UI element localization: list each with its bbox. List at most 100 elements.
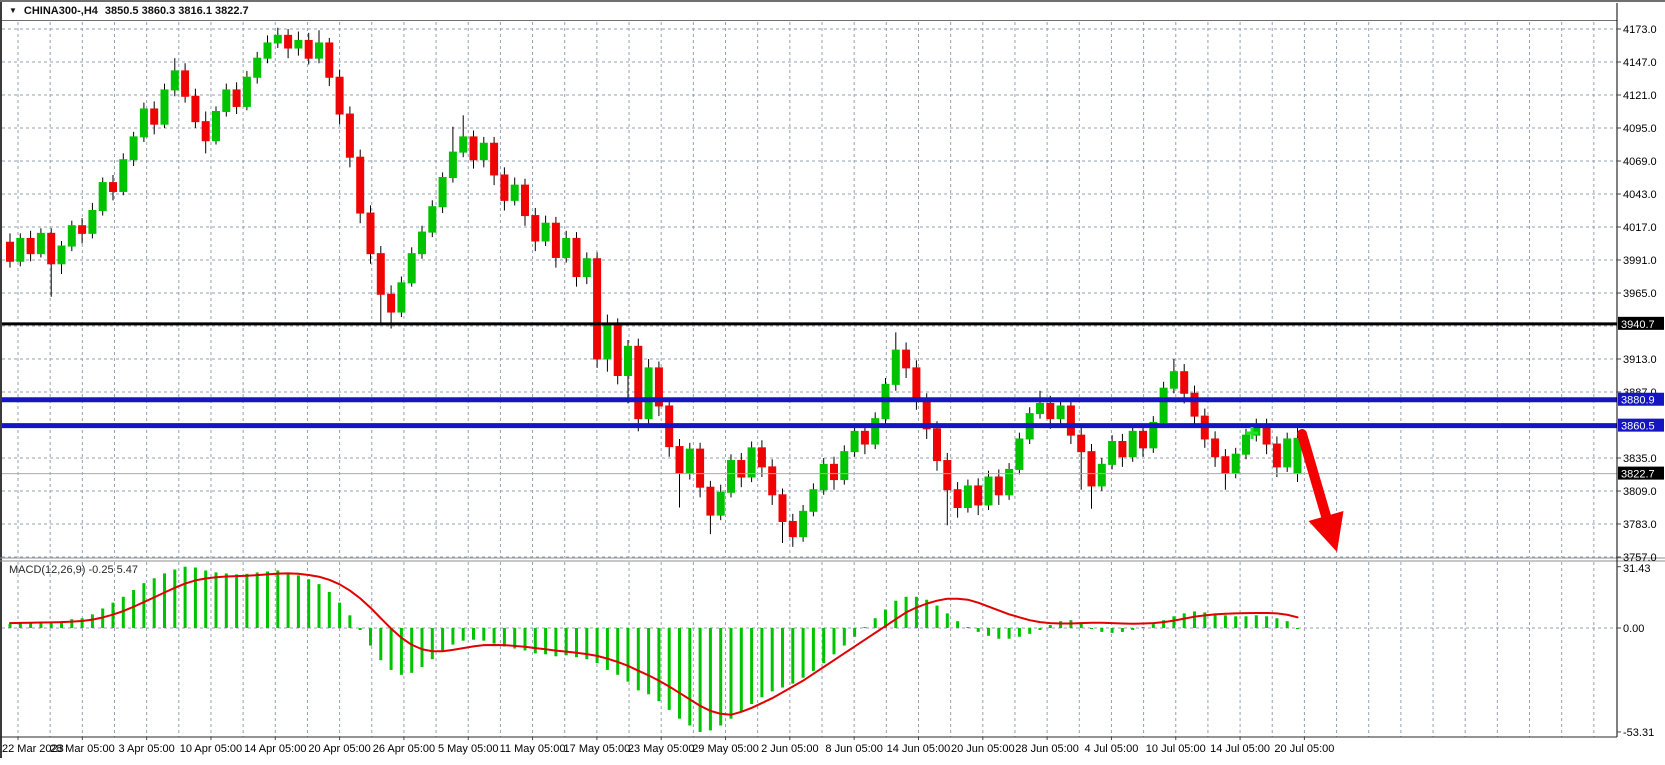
macd-histogram-bar [781,628,784,687]
date-tick-label: 14 Jun 05:00 [887,743,951,755]
macd-histogram-bar [503,628,506,647]
macd-histogram-bar [369,628,372,646]
downtrend-arrow-head[interactable] [1309,511,1344,552]
macd-histogram-bar [760,628,763,697]
candle-body [1119,442,1126,457]
macd-histogram-bar [1049,625,1052,628]
macd-histogram-bar [987,628,990,636]
candle-body [419,232,426,254]
candle-body [1232,454,1239,473]
macd-histogram-bar [678,628,681,719]
candle-body [501,175,508,200]
macd-histogram-bar [1152,624,1155,628]
candle-body [27,238,34,253]
macd-histogram-bar [1214,613,1217,628]
candle-body [1078,435,1085,452]
macd-histogram-bar [245,574,248,628]
macd-histogram-bar [421,628,424,667]
macd-histogram-bar [647,628,650,694]
candle-body [295,40,302,48]
candle-body [326,43,333,77]
candle-body [213,112,220,141]
macd-histogram-bar [750,628,753,704]
candle-body [769,467,776,495]
candle-body [357,157,364,213]
macd-histogram-bar [287,572,290,628]
macd-histogram-bar [843,628,846,646]
candle-body [583,259,590,277]
candle-body [800,511,807,536]
upper-support-line-label-text: 3880.9 [1621,395,1655,407]
candle-body [1284,439,1291,467]
candle-body [48,233,55,263]
macd-histogram-bar [225,573,228,628]
candle-body [130,137,137,160]
macd-histogram-bar [956,621,959,628]
candle-body [233,90,240,107]
macd-histogram-bar [462,628,465,641]
macd-histogram-bar [297,575,300,628]
macd-histogram-bar [132,590,135,628]
candle-body [89,211,96,234]
date-tick-label: 28 Jun 05:00 [1015,743,1079,755]
candle-body [820,464,827,489]
candle-body [1016,439,1023,469]
macd-histogram-bar [1142,627,1145,628]
candle-body [975,486,982,505]
candle-body [810,490,817,512]
candle-body [1160,388,1167,422]
crosshair-marker-icon [1251,427,1254,439]
macd-histogram-bar [81,618,84,628]
macd-histogram-bar [91,614,94,628]
price-chart-canvas[interactable]: 4173.04147.04121.04095.04069.04043.04017… [0,0,1665,765]
macd-histogram-bar [482,628,485,641]
candle-body [563,238,570,257]
candle-body [964,486,971,508]
date-tick-label: 11 May 05:00 [500,743,566,755]
candle-body [913,368,920,401]
candle-body [171,71,178,90]
candle-body [892,350,899,384]
macd-histogram-bar [977,628,980,632]
date-tick-label: 5 May 05:00 [438,743,499,755]
candle-body [1212,439,1219,457]
lower-support-line-label-text: 3860.5 [1621,421,1655,433]
macd-tick-label: -53.31 [1623,727,1654,739]
macd-histogram-bar [668,628,671,710]
price-tick-label: 4043.0 [1623,189,1657,201]
candle-body [1057,406,1064,419]
candle-body [995,477,1002,495]
candle-body [1222,457,1229,474]
price-tick-label: 3965.0 [1623,288,1657,300]
candle-body [305,40,312,58]
candle-body [1243,435,1250,454]
macd-histogram-bar [153,578,156,628]
macd-histogram-bar [1039,628,1042,630]
candle-body [841,452,848,480]
macd-histogram-bar [441,628,444,651]
candle-body [1181,372,1188,394]
candle-body [934,429,941,461]
macd-signal-value: 5.47 [117,564,138,576]
candle-body [7,242,14,261]
candle-body [1273,444,1280,467]
date-tick-label: 28 Mar 05:00 [50,743,115,755]
macd-histogram-bar [1183,613,1186,628]
macd-histogram-bar [1131,628,1134,630]
downtrend-arrow-annotation[interactable] [1302,434,1326,516]
price-tick-label: 4017.0 [1623,222,1657,234]
candle-body [182,71,189,96]
macd-histogram-bar [740,628,743,712]
macd-histogram-bar [637,628,640,690]
candle-body [676,447,683,474]
macd-histogram-bar [863,627,866,628]
candle-body [58,246,65,264]
macd-indicator-label: MACD(12,26,9) -0.25 5.47 [9,564,138,576]
candle-body [511,185,518,200]
candle-body [872,419,879,444]
candle-body [1047,403,1054,418]
candle-body [223,90,230,112]
macd-histogram-bar [802,628,805,678]
candle-body [264,43,271,58]
macd-histogram-bar [1224,615,1227,628]
